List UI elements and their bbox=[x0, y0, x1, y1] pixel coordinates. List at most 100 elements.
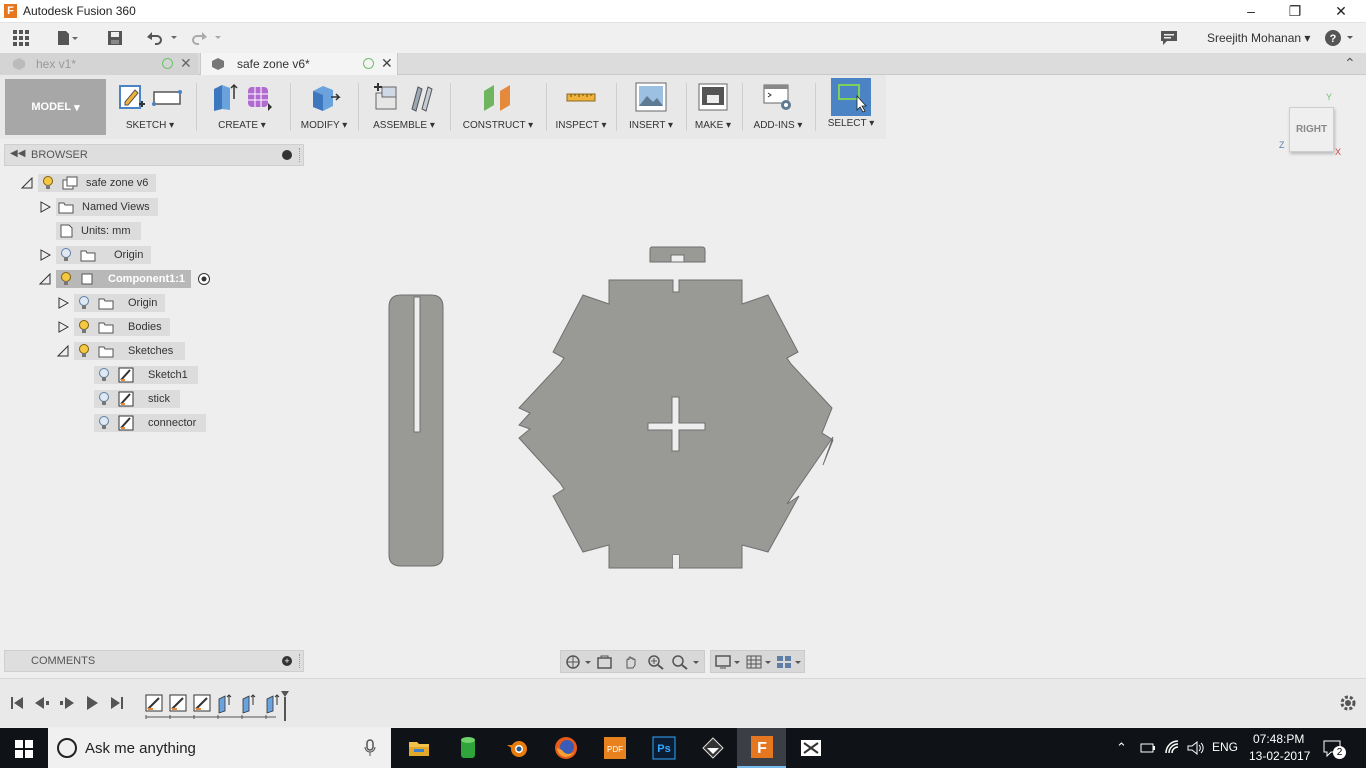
inspect-group[interactable]: INSPECT ▾ bbox=[552, 79, 610, 135]
offset-plane-icon[interactable] bbox=[480, 81, 516, 113]
tree-node-connector[interactable]: connector bbox=[94, 414, 207, 432]
press-pull-icon[interactable] bbox=[307, 81, 341, 113]
tree-node-root[interactable]: safe zone v6 bbox=[20, 174, 157, 192]
inkscape-taskbar-icon[interactable] bbox=[688, 728, 737, 768]
timeline-sketch-feature-icon[interactable] bbox=[169, 694, 187, 712]
go-to-end-icon[interactable] bbox=[111, 697, 123, 709]
play-icon[interactable] bbox=[87, 696, 98, 710]
battery-power-icon[interactable] bbox=[1139, 740, 1157, 756]
close-tab-icon[interactable]: ✕ bbox=[180, 55, 192, 72]
help-icon[interactable]: ? bbox=[1322, 27, 1358, 49]
visibility-bulb-off-icon[interactable] bbox=[98, 392, 110, 406]
stick-body[interactable] bbox=[388, 294, 444, 567]
collapsed-triangle-icon[interactable] bbox=[38, 248, 52, 262]
close-tab-icon[interactable]: ✕ bbox=[381, 55, 393, 72]
collapsed-triangle-icon[interactable] bbox=[38, 200, 52, 214]
viewports-icon[interactable] bbox=[776, 654, 804, 670]
minimize-button[interactable]: – bbox=[1228, 0, 1274, 22]
sketch-group[interactable]: SKETCH ▾ bbox=[112, 79, 188, 135]
timeline-sketch-feature-icon[interactable] bbox=[193, 694, 211, 712]
tree-node-origin[interactable]: Origin bbox=[38, 246, 152, 264]
go-to-start-icon[interactable] bbox=[11, 697, 23, 709]
tree-node-stick[interactable]: stick bbox=[94, 390, 180, 408]
scripts-addins-icon[interactable] bbox=[761, 81, 795, 113]
tree-node-component[interactable]: Component1:1 bbox=[38, 270, 211, 288]
zoom-icon[interactable] bbox=[647, 654, 665, 670]
cortana-search-box[interactable]: Ask me anything bbox=[48, 728, 391, 768]
make-group[interactable]: MAKE ▾ bbox=[690, 79, 736, 135]
windows-start-icon[interactable] bbox=[15, 740, 33, 758]
save-icon[interactable] bbox=[104, 27, 126, 49]
comments-panel-header[interactable]: COMMENTS + bbox=[4, 650, 304, 672]
hexagon-body[interactable] bbox=[518, 279, 834, 569]
snipping-tool-taskbar-icon[interactable] bbox=[786, 728, 835, 768]
display-settings-icon[interactable] bbox=[715, 654, 743, 670]
collapsed-triangle-icon[interactable] bbox=[56, 320, 70, 334]
browser-pin-icon[interactable] bbox=[282, 150, 292, 160]
new-component-icon[interactable] bbox=[370, 81, 402, 113]
collapse-chevron-up-icon[interactable]: ⌃ bbox=[1344, 55, 1356, 72]
visibility-bulb-icon[interactable] bbox=[42, 176, 54, 190]
timeline-sketch-feature-icon[interactable] bbox=[145, 694, 163, 712]
timeline-settings-gear-icon[interactable] bbox=[1339, 694, 1357, 712]
tree-node-sketch1[interactable]: Sketch1 bbox=[94, 366, 198, 384]
construct-group[interactable]: CONSTRUCT ▾ bbox=[456, 79, 540, 135]
firefox-taskbar-icon[interactable] bbox=[541, 728, 590, 768]
microphone-icon[interactable] bbox=[364, 739, 376, 757]
green-app-taskbar-icon[interactable] bbox=[443, 728, 492, 768]
grid-settings-icon[interactable] bbox=[746, 654, 774, 670]
fusion-360-taskbar-icon[interactable]: F bbox=[737, 728, 786, 768]
look-at-icon[interactable] bbox=[596, 654, 614, 670]
close-window-button[interactable]: ✕ bbox=[1318, 0, 1364, 22]
timeline-extrude-feature-icon[interactable] bbox=[266, 694, 280, 714]
redo-icon[interactable] bbox=[188, 27, 224, 49]
step-forward-icon[interactable] bbox=[60, 697, 74, 709]
add-ins-group[interactable]: ADD-INS ▾ bbox=[748, 79, 808, 135]
undo-icon[interactable] bbox=[144, 27, 180, 49]
timeline-marker-handle[interactable] bbox=[281, 691, 289, 721]
browser-panel-header[interactable]: ◀◀ BROWSER bbox=[4, 144, 304, 166]
form-tspline-icon[interactable] bbox=[244, 81, 276, 113]
orbit-icon[interactable] bbox=[565, 654, 591, 670]
tree-node-bodies[interactable]: Bodies bbox=[56, 318, 170, 336]
insert-group[interactable]: INSERT ▾ bbox=[622, 79, 680, 135]
visibility-bulb-off-icon[interactable] bbox=[98, 416, 110, 430]
tab-safe-zone-v6[interactable]: safe zone v6* ✕ bbox=[200, 53, 398, 75]
pan-hand-icon[interactable] bbox=[622, 654, 640, 670]
joint-icon[interactable] bbox=[406, 81, 438, 113]
measure-ruler-icon[interactable] bbox=[564, 82, 598, 112]
extrude-icon[interactable] bbox=[208, 81, 240, 113]
notifications-chat-icon[interactable] bbox=[1158, 27, 1180, 49]
data-panel-grid-icon[interactable] bbox=[10, 27, 32, 49]
visibility-bulb-off-icon[interactable] bbox=[98, 368, 110, 382]
visibility-bulb-off-icon[interactable] bbox=[60, 248, 72, 262]
connector-body[interactable] bbox=[649, 246, 706, 263]
wifi-icon[interactable] bbox=[1164, 739, 1182, 757]
zoom-window-icon[interactable] bbox=[671, 654, 701, 670]
user-account-menu[interactable]: Sreejith Mohanan ▾ bbox=[1207, 31, 1310, 45]
tree-node-sketches[interactable]: Sketches bbox=[56, 342, 186, 360]
viewcube-face[interactable]: RIGHT bbox=[1289, 107, 1334, 152]
input-language-indicator[interactable]: ENG bbox=[1212, 740, 1238, 754]
workspace-switcher-button[interactable]: MODEL ▾ bbox=[5, 79, 106, 135]
viewport-canvas[interactable] bbox=[380, 240, 850, 580]
rectangle-sketch-icon[interactable] bbox=[151, 82, 183, 112]
pdf-app-taskbar-icon[interactable]: PDF bbox=[590, 728, 639, 768]
file-menu-icon[interactable] bbox=[54, 27, 80, 49]
3d-print-icon[interactable] bbox=[697, 81, 729, 113]
photoshop-taskbar-icon[interactable]: Ps bbox=[639, 728, 688, 768]
clock-date[interactable]: 13-02-2017 bbox=[1249, 749, 1310, 763]
select-cursor-icon[interactable] bbox=[831, 78, 871, 116]
collapsed-triangle-icon[interactable] bbox=[56, 296, 70, 310]
assemble-group[interactable]: ASSEMBLE ▾ bbox=[364, 79, 444, 135]
tree-node-units[interactable]: Units: mm bbox=[56, 222, 141, 240]
timeline-extrude-feature-icon[interactable] bbox=[218, 694, 232, 714]
tab-hex-v1[interactable]: hex v1* ✕ bbox=[0, 53, 198, 75]
add-comment-icon[interactable]: + bbox=[282, 656, 292, 666]
show-hidden-icons-chevron-icon[interactable]: ⌃ bbox=[1116, 740, 1127, 756]
collapse-browser-icon[interactable]: ◀◀ bbox=[10, 148, 25, 159]
visibility-bulb-icon[interactable] bbox=[60, 272, 72, 286]
visibility-bulb-off-icon[interactable] bbox=[78, 296, 90, 310]
restore-button[interactable]: ❐ bbox=[1272, 0, 1318, 22]
expanded-triangle-icon[interactable] bbox=[56, 344, 70, 358]
